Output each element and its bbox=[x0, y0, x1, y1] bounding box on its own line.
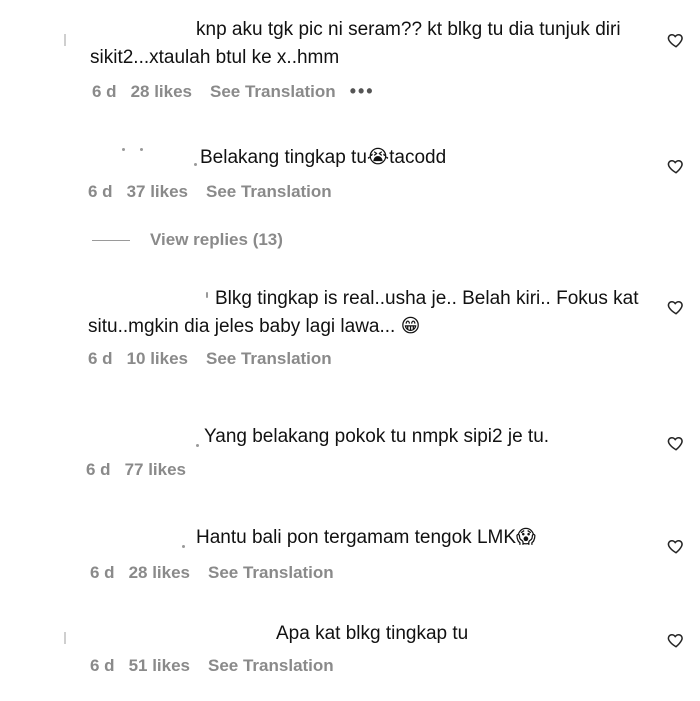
comment-time: 6 d bbox=[88, 182, 113, 201]
redaction-speck bbox=[194, 163, 197, 166]
comment-likes[interactable]: 10 likes bbox=[127, 349, 188, 369]
comment-likes[interactable]: 51 likes bbox=[129, 656, 190, 676]
like-heart-icon[interactable] bbox=[667, 298, 685, 316]
comment-time: 6 d bbox=[88, 349, 113, 368]
see-translation-link[interactable]: See Translation bbox=[206, 349, 332, 369]
redaction-speck bbox=[196, 444, 199, 447]
comment-meta: 6 d 51 likes See Translation bbox=[90, 656, 334, 676]
comment-text: Blkg tingkap is real..usha je.. Belah ki… bbox=[88, 288, 639, 337]
comment-likes[interactable]: 77 likes bbox=[125, 460, 186, 480]
comment-text: Apa kat blkg tingkap tu bbox=[276, 623, 469, 644]
see-translation-link[interactable]: See Translation bbox=[208, 656, 334, 676]
view-replies-button[interactable]: View replies (13) bbox=[92, 230, 283, 250]
comment-time: 6 d bbox=[92, 81, 117, 101]
comment-text: Yang belakang pokok tu nmpk sipi2 je tu. bbox=[204, 426, 550, 447]
comment-text: Hantu bali pon tergamam tengok LMK😱 bbox=[196, 527, 536, 548]
comment-meta: 6 d 10 likes See Translation bbox=[88, 349, 332, 369]
comment-time: 6 d bbox=[90, 563, 115, 582]
see-translation-link[interactable]: See Translation bbox=[206, 182, 332, 202]
like-heart-icon[interactable] bbox=[667, 157, 685, 175]
redaction-speck bbox=[182, 545, 185, 548]
avatar-redaction-mark bbox=[64, 632, 66, 644]
like-heart-icon[interactable] bbox=[667, 434, 685, 452]
comment-time: 6 d bbox=[90, 656, 115, 675]
redaction-speck bbox=[140, 148, 143, 151]
comment-text: Belakang tingkap tu😭tacodd bbox=[200, 147, 447, 168]
comment-meta: 6 d 37 likes See Translation bbox=[88, 182, 332, 202]
comment-likes[interactable]: 37 likes bbox=[127, 182, 188, 202]
view-replies-label: View replies (13) bbox=[150, 230, 283, 249]
more-options-icon[interactable]: ••• bbox=[350, 81, 375, 102]
comment-time: 6 d bbox=[86, 460, 111, 479]
comment-meta: 6 d 77 likes bbox=[86, 460, 204, 480]
comment-text: knp aku tgk pic ni seram?? kt blkg tu di… bbox=[90, 19, 621, 68]
like-heart-icon[interactable] bbox=[667, 631, 685, 649]
comment-likes[interactable]: 28 likes bbox=[129, 563, 190, 583]
see-translation-link[interactable]: See Translation bbox=[210, 82, 336, 102]
comment-likes[interactable]: 28 likes bbox=[131, 82, 192, 102]
like-heart-icon[interactable] bbox=[667, 537, 685, 555]
comment-meta: 6 d 28 likes See Translation bbox=[90, 563, 334, 583]
see-translation-link[interactable]: See Translation bbox=[208, 563, 334, 583]
comment-meta: 6 d 28 likes See Translation ••• bbox=[92, 81, 375, 102]
avatar-redaction-mark bbox=[64, 34, 66, 46]
replies-divider bbox=[92, 239, 130, 241]
redaction-speck bbox=[122, 148, 125, 151]
like-heart-icon[interactable] bbox=[667, 31, 685, 49]
